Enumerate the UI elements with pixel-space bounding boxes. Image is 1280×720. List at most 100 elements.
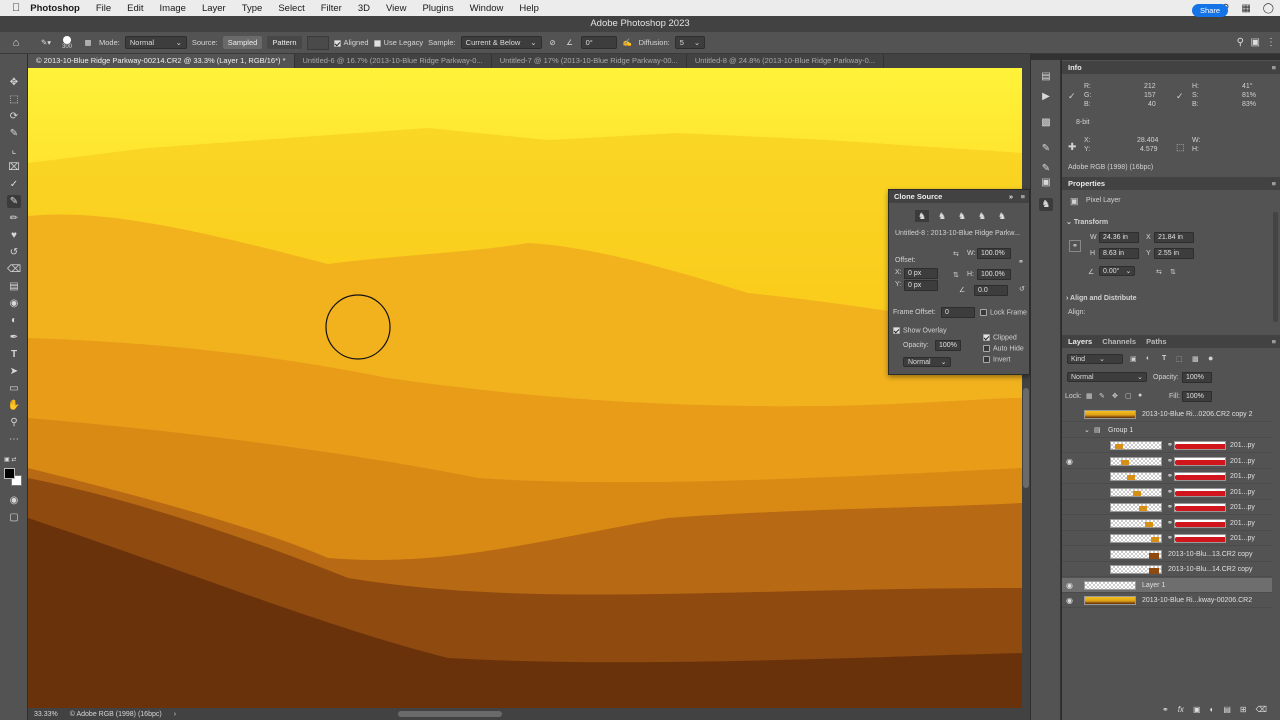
offset-y-input[interactable]: 0 px <box>904 280 938 291</box>
layer-mask-thumbnail[interactable] <box>1174 503 1226 512</box>
panel-menu-icon[interactable]: ≡ <box>1272 61 1276 74</box>
flip-vertical-icon[interactable]: ⇅ <box>1170 268 1176 276</box>
new-layer-icon[interactable]: ⊞ <box>1240 705 1247 714</box>
layer-row[interactable]: 2013-10-Blu...13.CR2 copy <box>1062 547 1272 562</box>
sample-dropdown[interactable]: Current & Below ⌄ <box>460 36 542 49</box>
tab-paths[interactable]: Paths <box>1146 337 1166 346</box>
group-expand-chevron-icon[interactable]: ⌄ <box>1084 423 1090 438</box>
mask-link-icon[interactable]: ⚭ <box>1167 516 1173 531</box>
history-brush-tool-icon[interactable]: ↺ <box>7 246 21 259</box>
clone-stamp-tool-icon[interactable]: ♥ <box>7 229 21 242</box>
layer-row[interactable]: 2013-10-Blue Ri...0206.CR2 copy 2 <box>1062 407 1272 422</box>
brush-tool-icon[interactable]: ✏ <box>7 212 21 225</box>
transform-y-input[interactable]: 2.55 in <box>1154 248 1194 259</box>
document-canvas[interactable] <box>28 68 1022 708</box>
vertical-scrollbar[interactable] <box>1022 68 1030 708</box>
layer-name[interactable]: Group 1 <box>1108 423 1133 438</box>
layer-style-icon[interactable]: fx <box>1178 705 1184 714</box>
mask-link-icon[interactable]: ⚭ <box>1167 485 1173 500</box>
add-mask-icon[interactable]: ▣ <box>1193 705 1201 714</box>
layer-name[interactable]: 2013-10-Blu...13.CR2 copy <box>1168 547 1252 562</box>
layer-row[interactable]: ⚭ 201...py <box>1062 500 1272 515</box>
layer-blend-dropdown[interactable]: Normal ⌄ <box>1067 372 1147 382</box>
brush-settings-panel-icon[interactable]: ✎ <box>1039 142 1053 155</box>
dodge-tool-icon[interactable]: ◐ <box>7 314 21 327</box>
visibility-eye-icon[interactable]: ◉ <box>1066 454 1076 469</box>
height-input[interactable]: 100.0% <box>977 269 1011 280</box>
foreground-color-swatch[interactable] <box>4 468 15 479</box>
layer-mask-thumbnail[interactable] <box>1174 472 1226 481</box>
transform-width-input[interactable]: 24.36 in <box>1099 232 1139 243</box>
pen-tool-icon[interactable]: ✒ <box>7 331 21 344</box>
flip-horizontal-icon[interactable]: ⇆ <box>953 250 959 258</box>
layer-opacity-input[interactable]: 100% <box>1182 372 1212 383</box>
menu-help[interactable]: Help <box>511 3 547 14</box>
filter-adjustment-icon[interactable]: ◐ <box>1146 355 1150 362</box>
auto-hide-checkbox[interactable]: Auto Hide <box>983 345 1024 352</box>
fill-input[interactable]: 100% <box>1182 391 1212 402</box>
transform-angle-dropdown[interactable]: 0.00° ⌄ <box>1099 266 1136 276</box>
frame-tool-icon[interactable]: ⌧ <box>7 161 21 174</box>
menu-view[interactable]: View <box>378 3 414 14</box>
tab-document-3[interactable]: Untitled-7 @ 17% (2013-10-Blue Ridge Par… <box>492 54 687 68</box>
menu-image[interactable]: Image <box>152 3 194 14</box>
frame-offset-input[interactable]: 0 <box>941 307 975 318</box>
quick-mask-icon[interactable]: ◉ <box>7 494 21 507</box>
layer-mask-thumbnail[interactable] <box>1174 518 1226 528</box>
properties-scrollbar[interactable] <box>1273 212 1278 322</box>
diffusion-dropdown[interactable]: 5 ⌄ <box>674 36 706 49</box>
mode-dropdown[interactable]: Normal ⌄ <box>124 36 187 49</box>
filter-toggle-icon[interactable]: ● <box>1208 353 1213 363</box>
clone-source-slot-5[interactable]: ♞ <box>995 210 1009 222</box>
visibility-eye-icon[interactable]: ◉ <box>1066 593 1076 608</box>
filter-smart-object-icon[interactable]: ▩ <box>1192 355 1199 363</box>
layer-row[interactable]: ◉ 2013-10-Blue Ri...kway-00206.CR2 <box>1062 593 1272 608</box>
layer-row[interactable]: ⚭ 201...py <box>1062 516 1272 531</box>
panel-menu-icon[interactable]: ≡ <box>1272 335 1276 348</box>
layer-mask-thumbnail[interactable] <box>1174 441 1226 450</box>
transform-height-input[interactable]: 8.63 in <box>1099 248 1139 259</box>
clone-source-panel-icon[interactable]: ♞ <box>1039 198 1053 211</box>
clone-source-slot-2[interactable]: ♞ <box>935 210 949 222</box>
search-icon[interactable]: ⚲ <box>1237 37 1244 48</box>
more-tools-icon[interactable]: ⋯ <box>7 433 21 446</box>
pressure-size-icon[interactable]: ✍ <box>622 38 634 47</box>
mask-link-icon[interactable]: ⚭ <box>1167 500 1173 515</box>
mask-link-icon[interactable]: ⚭ <box>1167 531 1173 546</box>
eraser-tool-icon[interactable]: ⌫ <box>7 263 21 276</box>
actions-panel-icon[interactable]: ▶ <box>1039 90 1053 103</box>
brush-preview[interactable]: 300 <box>57 35 77 50</box>
layer-name[interactable]: 2013-10-Blu...14.CR2 copy <box>1168 562 1252 577</box>
menu-filter[interactable]: Filter <box>313 3 350 14</box>
show-overlay-checkbox[interactable]: Show Overlay <box>893 327 947 334</box>
menu-plugins[interactable]: Plugins <box>414 3 461 14</box>
zoom-level[interactable]: 33.33% <box>34 711 58 718</box>
chevron-right-icon[interactable]: › <box>174 711 176 718</box>
flip-horizontal-icon[interactable]: ⇆ <box>1156 268 1162 276</box>
path-selection-tool-icon[interactable]: ➤ <box>7 365 21 378</box>
adjustments-panel-icon[interactable]: ▣ <box>1039 176 1053 189</box>
link-layers-icon[interactable]: ⚭ <box>1162 705 1169 714</box>
delete-layer-icon[interactable]: ⌫ <box>1256 705 1267 714</box>
layer-name[interactable]: 201...py <box>1230 500 1255 515</box>
type-tool-icon[interactable]: T <box>7 348 21 361</box>
horizontal-scroll-thumb[interactable] <box>398 711 502 717</box>
mask-link-icon[interactable]: ⚭ <box>1167 438 1173 453</box>
lock-position-icon[interactable]: ✥ <box>1112 392 1118 400</box>
quick-selection-tool-icon[interactable]: ✎ <box>7 127 21 140</box>
gradient-tool-icon[interactable]: ▤ <box>7 280 21 293</box>
menu-window[interactable]: Window <box>462 3 512 14</box>
sampled-button[interactable]: Sampled <box>222 36 263 49</box>
lock-transparent-icon[interactable]: ▦ <box>1086 392 1093 400</box>
filter-kind-dropdown[interactable]: Kind ⌄ <box>1067 354 1123 364</box>
clone-stamp-preset-icon[interactable]: ✎▾ <box>40 38 52 47</box>
filter-pixel-icon[interactable]: ▣ <box>1130 355 1137 363</box>
pattern-swatch[interactable] <box>306 35 329 50</box>
align-section[interactable]: › Align and Distribute <box>1066 295 1137 302</box>
layer-name[interactable]: 201...py <box>1230 516 1255 531</box>
width-input[interactable]: 100.0% <box>977 248 1011 259</box>
zoom-tool-icon[interactable]: ⚲ <box>7 416 21 429</box>
toggle-clone-source-icon[interactable]: ▦ <box>82 38 94 47</box>
link-icon[interactable]: ⚭ <box>1018 258 1024 266</box>
layer-name[interactable]: 2013-10-Blue Ri...0206.CR2 copy 2 <box>1142 407 1253 422</box>
